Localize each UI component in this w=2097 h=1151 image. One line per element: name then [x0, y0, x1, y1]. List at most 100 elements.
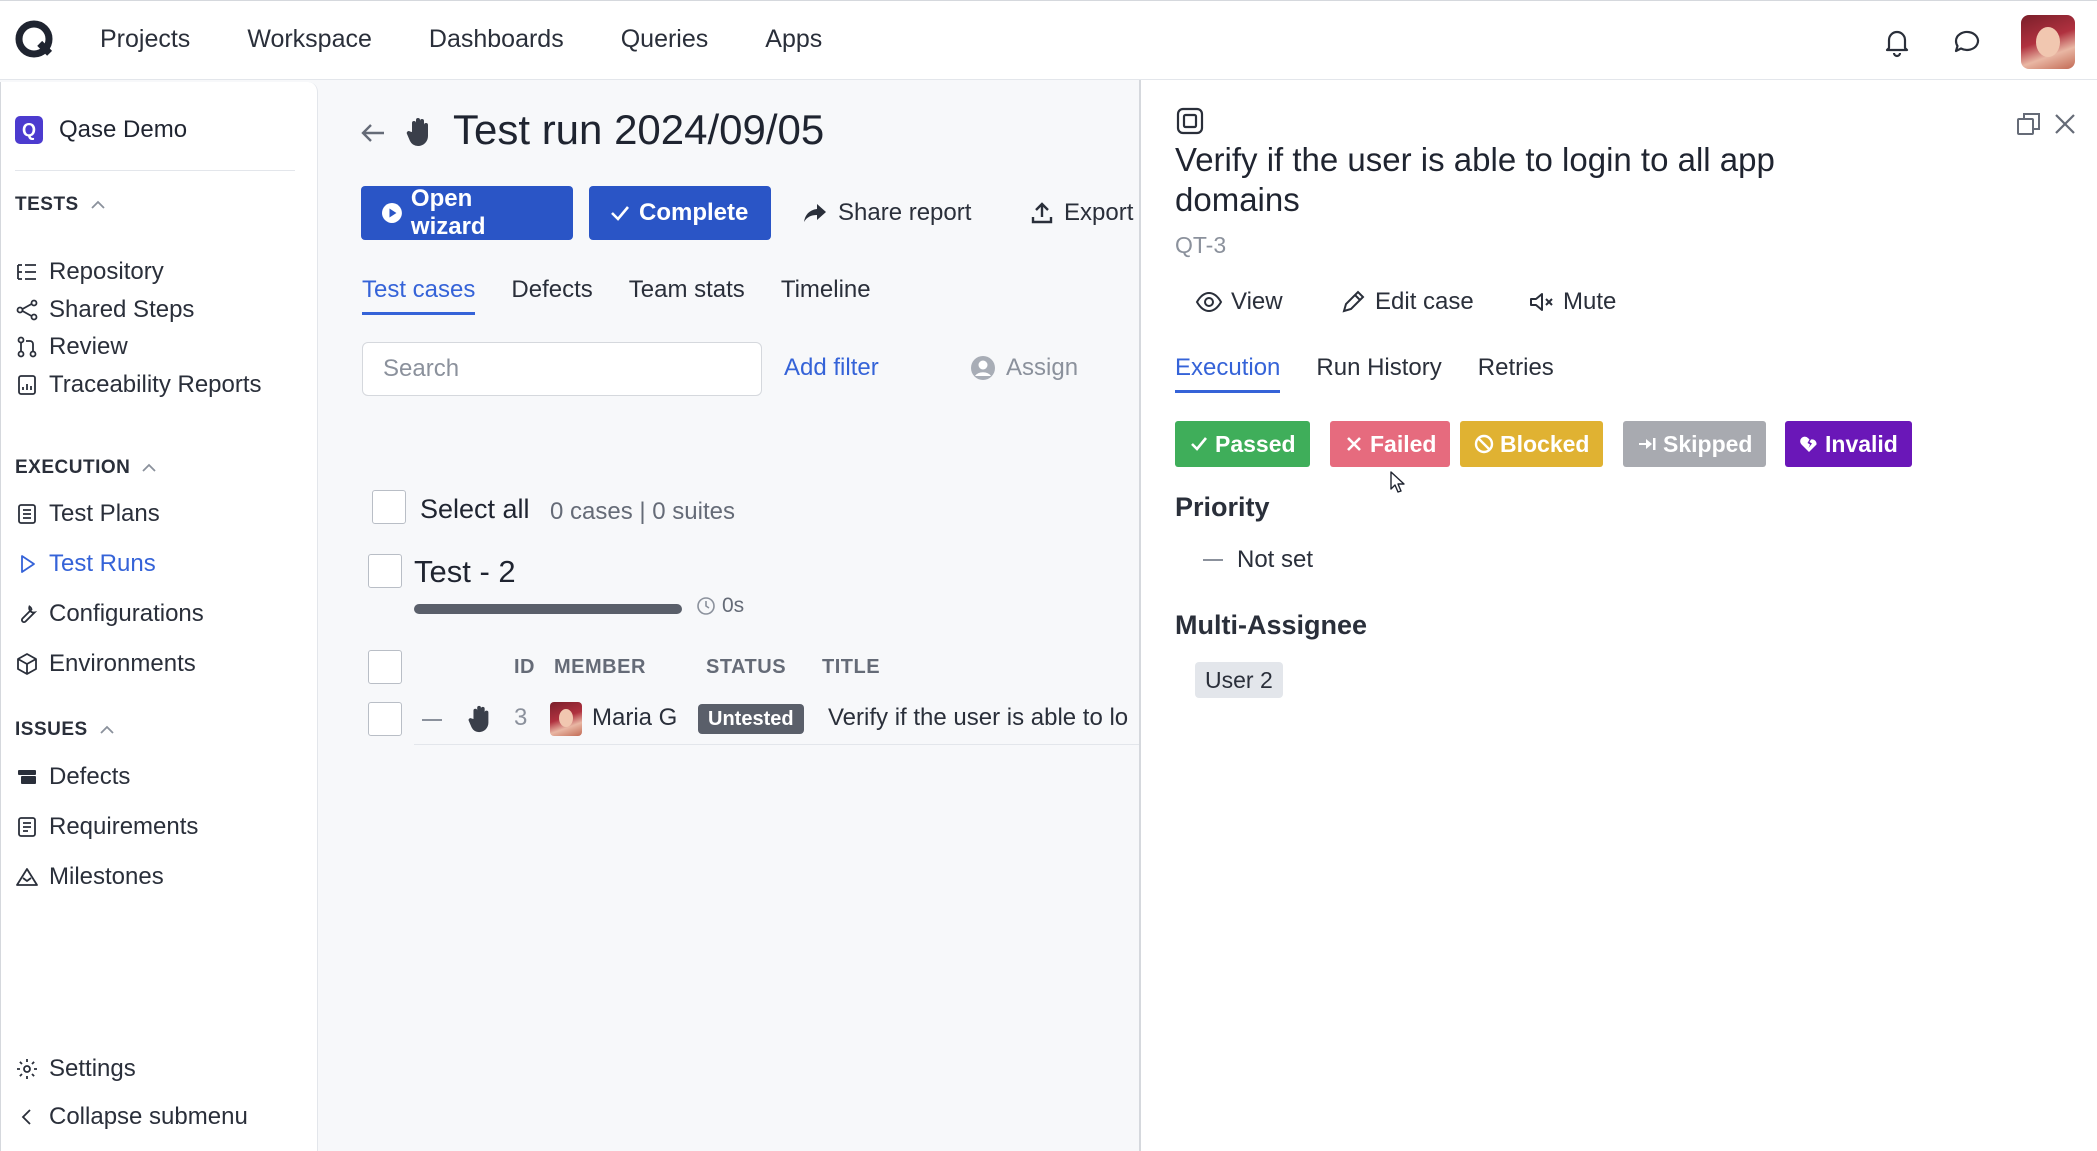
- chevron-left-icon: [21, 1109, 31, 1125]
- assignee-chip[interactable]: User 2: [1195, 662, 1283, 698]
- column-member[interactable]: MEMBER: [554, 656, 646, 679]
- sidebar-item-settings[interactable]: Settings: [15, 1055, 136, 1083]
- nav-projects[interactable]: Projects: [100, 25, 190, 54]
- user-avatar[interactable]: [2021, 15, 2075, 69]
- sidebar-item-milestones[interactable]: Milestones: [15, 863, 164, 891]
- tab-execution[interactable]: Execution: [1175, 354, 1281, 393]
- mute-button[interactable]: Mute: [1527, 288, 1616, 316]
- sidebar-item-label: Configurations: [49, 600, 204, 627]
- tab-test-cases[interactable]: Test cases: [362, 276, 476, 315]
- edit-case-button[interactable]: Edit case: [1339, 288, 1474, 316]
- blocked-button[interactable]: Blocked: [1460, 421, 1604, 467]
- nav-workspace[interactable]: Workspace: [247, 25, 372, 54]
- sidebar-item-label: Test Plans: [49, 500, 160, 527]
- tab-retries[interactable]: Retries: [1478, 354, 1554, 393]
- sidebar-item-label: Defects: [49, 763, 131, 790]
- duration-value: 0s: [722, 594, 745, 617]
- play-circle-icon: [381, 203, 402, 223]
- sidebar-item-defects[interactable]: Defects: [15, 763, 130, 791]
- check-icon: [611, 206, 629, 221]
- sidebar-item-test-plans[interactable]: Test Plans: [15, 500, 160, 528]
- search-input[interactable]: Search: [362, 342, 762, 396]
- export-button[interactable]: Export: [1030, 186, 1133, 240]
- row-title[interactable]: Verify if the user is able to lo: [828, 704, 1128, 732]
- drawer-tabs: Execution Run History Retries: [1175, 354, 1554, 393]
- row-checkbox[interactable]: [368, 702, 402, 736]
- sidebar-item-repository[interactable]: Repository: [15, 258, 164, 286]
- dash-icon: [422, 719, 442, 721]
- tab-team-stats[interactable]: Team stats: [629, 276, 745, 315]
- complete-button[interactable]: Complete: [589, 186, 771, 240]
- section-execution-header[interactable]: EXECUTION: [15, 457, 156, 479]
- add-filter-link[interactable]: Add filter: [784, 354, 879, 382]
- sidebar-item-label: Milestones: [49, 863, 164, 890]
- play-icon: [21, 555, 35, 573]
- expand-window-icon[interactable]: [2015, 110, 2043, 138]
- priority-value-text: Not set: [1237, 546, 1314, 573]
- nav-dashboards[interactable]: Dashboards: [429, 25, 564, 54]
- tab-defects[interactable]: Defects: [511, 276, 592, 315]
- sidebar-item-traceability-reports[interactable]: Traceability Reports: [15, 371, 262, 399]
- case-icon: [1176, 107, 1204, 135]
- section-issues-header[interactable]: ISSUES: [15, 719, 114, 741]
- suite-checkbox[interactable]: [368, 554, 402, 588]
- priority-label: Priority: [1175, 492, 1270, 522]
- user-circle-icon: [971, 356, 995, 380]
- row-member: Maria G: [592, 704, 678, 731]
- column-id[interactable]: ID: [514, 656, 535, 679]
- collapse-submenu-button[interactable]: Collapse submenu: [15, 1103, 248, 1131]
- view-button[interactable]: View: [1195, 288, 1283, 316]
- header-checkbox[interactable]: [368, 650, 402, 684]
- chat-icon[interactable]: [1951, 26, 1983, 58]
- defect-icon: [18, 770, 36, 784]
- nav-apps[interactable]: Apps: [765, 25, 822, 54]
- project-switcher[interactable]: Q Qase Demo: [15, 116, 187, 144]
- share-report-button[interactable]: Share report: [802, 186, 971, 240]
- assign-label: Assign: [1006, 354, 1079, 381]
- top-navigation-bar: Projects Workspace Dashboards Queries Ap…: [0, 0, 2097, 80]
- chevron-up-icon: [142, 463, 156, 472]
- section-tests-header[interactable]: TESTS: [15, 194, 105, 216]
- mute-label: Mute: [1563, 288, 1617, 315]
- assign-button[interactable]: Assign: [970, 354, 1078, 382]
- sidebar-item-configurations[interactable]: Configurations: [15, 600, 204, 628]
- back-arrow-icon[interactable]: [358, 118, 388, 148]
- divider: [15, 170, 295, 171]
- tab-run-history[interactable]: Run History: [1316, 354, 1441, 393]
- sidebar-item-label: Review: [49, 333, 128, 360]
- tab-timeline[interactable]: Timeline: [781, 276, 871, 315]
- wrench-icon: [21, 605, 38, 623]
- complete-label: Complete: [639, 199, 749, 226]
- failed-button[interactable]: Failed: [1330, 421, 1451, 467]
- project-name: Qase Demo: [59, 116, 188, 143]
- close-icon[interactable]: [2051, 110, 2079, 138]
- report-icon: [18, 375, 36, 395]
- manual-hand-icon: [406, 118, 428, 146]
- bell-icon[interactable]: [1881, 26, 1913, 58]
- status-badge: Untested: [698, 704, 804, 734]
- invalid-label: Invalid: [1825, 430, 1898, 457]
- sidebar-item-test-runs[interactable]: Test Runs: [15, 550, 156, 578]
- export-label: Export: [1064, 199, 1134, 226]
- multi-assignee-label: Multi-Assignee: [1175, 610, 1368, 640]
- sidebar-item-environments[interactable]: Environments: [15, 650, 196, 678]
- left-sidebar: Q Qase Demo TESTS Repository Shared Step…: [0, 82, 318, 1151]
- sidebar-item-shared-steps[interactable]: Shared Steps: [15, 296, 194, 324]
- document-icon: [18, 817, 36, 837]
- sidebar-item-requirements[interactable]: Requirements: [15, 813, 198, 841]
- nav-queries[interactable]: Queries: [621, 25, 709, 54]
- priority-value[interactable]: Not set: [1203, 546, 1313, 574]
- select-all-checkbox[interactable]: [372, 490, 406, 524]
- clock-icon: [697, 597, 715, 615]
- sidebar-item-review[interactable]: Review: [15, 333, 128, 361]
- passed-button[interactable]: Passed: [1175, 421, 1310, 467]
- column-status[interactable]: STATUS: [706, 656, 786, 679]
- skipped-button[interactable]: Skipped: [1623, 421, 1767, 467]
- invalid-button[interactable]: Invalid: [1785, 421, 1912, 467]
- open-wizard-button[interactable]: Open wizard: [361, 185, 573, 240]
- x-icon: [1347, 437, 1361, 451]
- column-title[interactable]: TITLE: [822, 656, 880, 679]
- qase-logo[interactable]: [14, 19, 56, 61]
- sidebar-item-label: Traceability Reports: [49, 371, 262, 398]
- list-icon: [18, 504, 36, 524]
